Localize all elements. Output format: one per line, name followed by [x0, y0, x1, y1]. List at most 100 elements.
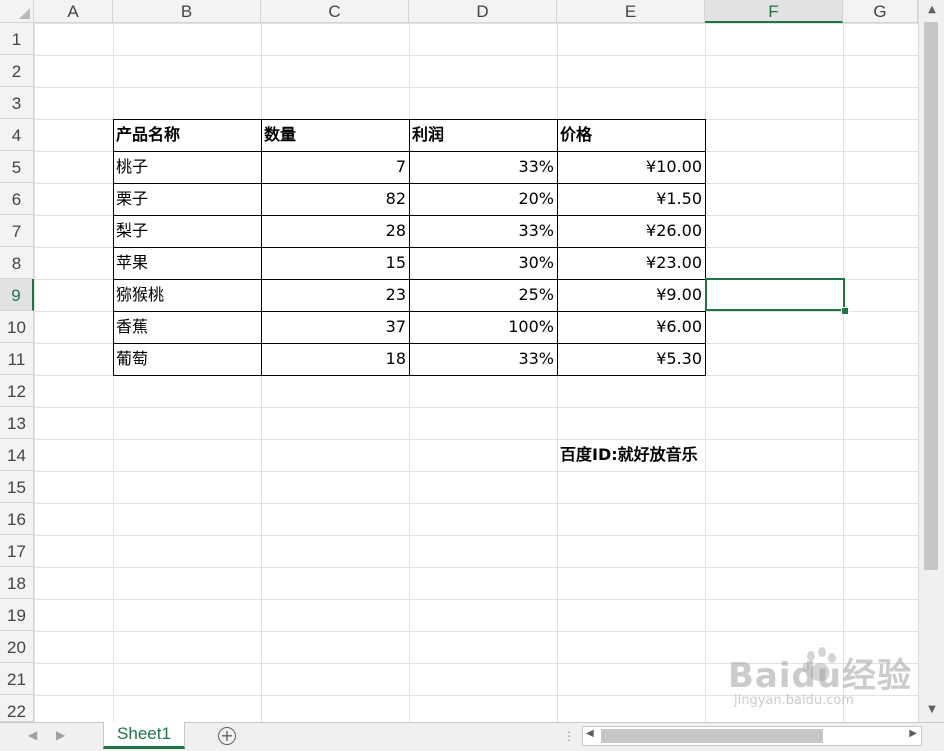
table-cell[interactable]: ¥23.00 [557, 247, 705, 279]
select-all-icon [19, 8, 30, 19]
row-header-16[interactable]: 16 [0, 503, 34, 535]
worksheet-grid[interactable]: A B C D E F G 1 2 3 4 5 6 7 8 9 10 11 12 13 14 15 16 17 18 19 20 21… [0, 0, 944, 751]
table-border-horizontal [113, 183, 706, 184]
row-header-11[interactable]: 11 [0, 343, 34, 375]
table-cell[interactable]: 苹果 [113, 247, 261, 279]
table-cell[interactable]: ¥1.50 [557, 183, 705, 215]
table-header-cell[interactable]: 数量 [261, 119, 409, 151]
table-cell[interactable]: 33% [409, 151, 557, 183]
gridline-horizontal [34, 87, 918, 88]
row-header-20[interactable]: 20 [0, 631, 34, 663]
gridline-vertical [843, 23, 844, 722]
row-header-10[interactable]: 10 [0, 311, 34, 343]
table-cell[interactable]: ¥9.00 [557, 279, 705, 311]
note-cell[interactable]: 百度ID:就好放音乐 [557, 439, 701, 471]
table-cell[interactable]: 25% [409, 279, 557, 311]
row-header-14[interactable]: 14 [0, 439, 34, 471]
table-cell[interactable]: ¥26.00 [557, 215, 705, 247]
row-header-6[interactable]: 6 [0, 183, 34, 215]
row-header-1[interactable]: 1 [0, 23, 34, 55]
column-header-c[interactable]: C [261, 0, 409, 23]
column-header-g[interactable]: G [843, 0, 918, 23]
table-cell[interactable]: 15 [261, 247, 409, 279]
table-border-horizontal [113, 279, 706, 280]
row-header-21[interactable]: 21 [0, 663, 34, 695]
next-sheet-icon[interactable]: ▶ [56, 728, 65, 742]
table-cell[interactable]: 33% [409, 215, 557, 247]
fill-handle[interactable] [841, 307, 849, 315]
table-border-horizontal [113, 151, 706, 152]
column-header-b[interactable]: B [113, 0, 261, 23]
gridline-horizontal [34, 55, 918, 56]
row-header-4[interactable]: 4 [0, 119, 34, 151]
table-cell[interactable]: 28 [261, 215, 409, 247]
row-header-17[interactable]: 17 [0, 535, 34, 567]
vertical-scroll-thumb[interactable] [924, 22, 938, 570]
table-border-horizontal [113, 119, 706, 120]
table-header-cell[interactable]: 产品名称 [113, 119, 261, 151]
column-header-d[interactable]: D [409, 0, 557, 23]
gridline-horizontal [34, 23, 918, 24]
gridline-horizontal [34, 599, 918, 600]
row-header-9[interactable]: 9 [0, 279, 34, 311]
table-cell[interactable]: 葡萄 [113, 343, 261, 375]
column-header-f[interactable]: F [705, 0, 843, 23]
scroll-left-icon[interactable]: ◀ [586, 728, 594, 739]
table-cell[interactable]: 7 [261, 151, 409, 183]
sheet-tab[interactable]: Sheet1 [103, 722, 185, 749]
table-header-cell[interactable]: 价格 [557, 119, 705, 151]
table-cell[interactable]: ¥5.30 [557, 343, 705, 375]
table-border-horizontal [113, 343, 706, 344]
vertical-scrollbar[interactable]: ▲ ▼ [918, 0, 944, 722]
row-header-15[interactable]: 15 [0, 471, 34, 503]
tab-splitter-icon[interactable]: ⋮ [563, 729, 575, 743]
table-cell[interactable]: ¥6.00 [557, 311, 705, 343]
scroll-up-icon[interactable]: ▲ [924, 2, 940, 18]
gridline-horizontal [34, 535, 918, 536]
table-cell[interactable]: ¥10.00 [557, 151, 705, 183]
table-header-cell[interactable]: 利润 [409, 119, 557, 151]
table-cell[interactable]: 37 [261, 311, 409, 343]
row-header-8[interactable]: 8 [0, 247, 34, 279]
scroll-right-icon[interactable]: ▶ [909, 728, 917, 739]
row-header-5[interactable]: 5 [0, 151, 34, 183]
table-cell[interactable]: 20% [409, 183, 557, 215]
sheet-tab-bar: ◀ ▶ Sheet1 + ⋮ ◀ ▶ [0, 722, 944, 751]
gridline-horizontal [34, 503, 918, 504]
row-header-2[interactable]: 2 [0, 55, 34, 87]
row-header-22[interactable]: 22 [0, 695, 34, 722]
column-header-e[interactable]: E [557, 0, 705, 23]
gridline-horizontal [34, 471, 918, 472]
row-header-7[interactable]: 7 [0, 215, 34, 247]
gridline-horizontal [34, 407, 918, 408]
horizontal-scroll-thumb[interactable] [601, 729, 823, 743]
table-cell[interactable]: 33% [409, 343, 557, 375]
table-border-horizontal [113, 247, 706, 248]
horizontal-scrollbar[interactable]: ◀ ▶ [582, 726, 922, 746]
table-cell[interactable]: 100% [409, 311, 557, 343]
table-cell[interactable]: 桃子 [113, 151, 261, 183]
watermark-main: Baidu经验 [728, 656, 913, 696]
prev-sheet-icon[interactable]: ◀ [28, 728, 37, 742]
row-header-19[interactable]: 19 [0, 599, 34, 631]
active-cell-selection[interactable] [705, 278, 845, 311]
table-cell[interactable]: 梨子 [113, 215, 261, 247]
baidu-watermark: Baidu经验 jingyan.baidu.com [728, 648, 912, 708]
table-cell[interactable]: 猕猴桃 [113, 279, 261, 311]
row-header-3[interactable]: 3 [0, 87, 34, 119]
column-header-a[interactable]: A [34, 0, 113, 23]
table-cell[interactable]: 18 [261, 343, 409, 375]
table-cell[interactable]: 82 [261, 183, 409, 215]
scroll-down-icon[interactable]: ▼ [924, 702, 940, 718]
table-cell[interactable]: 30% [409, 247, 557, 279]
row-header-12[interactable]: 12 [0, 375, 34, 407]
table-border-horizontal [113, 215, 706, 216]
add-sheet-icon[interactable]: + [218, 727, 236, 745]
row-header-18[interactable]: 18 [0, 567, 34, 599]
table-cell[interactable]: 香蕉 [113, 311, 261, 343]
table-cell[interactable]: 栗子 [113, 183, 261, 215]
select-all-corner[interactable] [0, 0, 34, 23]
table-border-horizontal [113, 311, 706, 312]
row-header-13[interactable]: 13 [0, 407, 34, 439]
table-cell[interactable]: 23 [261, 279, 409, 311]
